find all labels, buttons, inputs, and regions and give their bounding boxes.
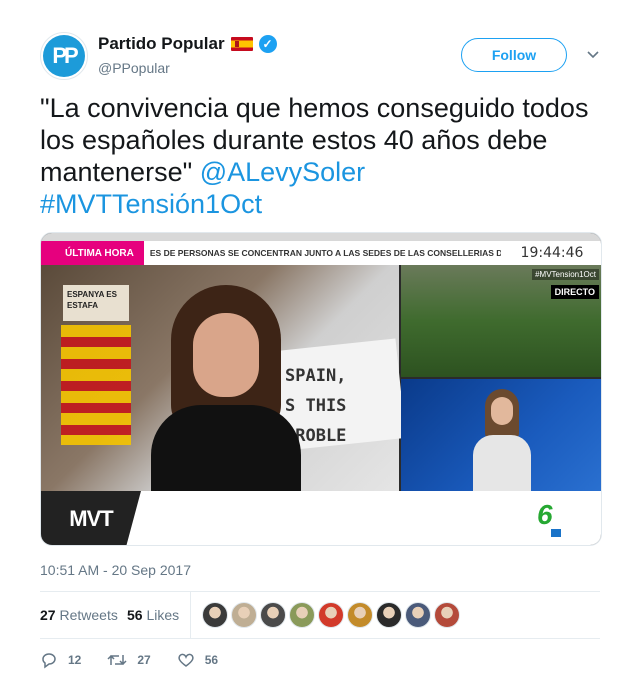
divider (40, 638, 600, 639)
ticker-label: ÚLTIMA HORA (41, 241, 144, 265)
liker-avatar[interactable] (260, 602, 286, 628)
retweets-count: 27 (40, 607, 56, 623)
reply-icon (40, 651, 58, 669)
retweet-button[interactable]: 27 (107, 651, 151, 669)
avatar[interactable]: PP (40, 32, 88, 80)
tweet-timestamp[interactable]: 10:51 AM - 20 Sep 2017 (40, 562, 191, 578)
retweets-label: Retweets (59, 607, 118, 623)
likes-label: Likes (146, 607, 180, 623)
likes-count: 56 (127, 607, 143, 623)
channel-logo: 6 (537, 499, 553, 530)
retweets-stat[interactable]: 27 Retweets (40, 607, 118, 623)
protest-sign: ESPANYA ES ESTAFA (63, 285, 129, 321)
tweet-media-image[interactable]: ÚLTIMA HORA ES DE PERSONAS SE CONCENTRAN… (40, 232, 602, 546)
avatar-logo: PP (43, 35, 85, 77)
liker-avatar[interactable] (289, 602, 315, 628)
reporter-body (473, 435, 531, 491)
catalan-flag (61, 325, 131, 445)
reply-button[interactable]: 12 (40, 651, 81, 669)
follow-button[interactable]: Follow (461, 38, 567, 72)
heart-icon (177, 651, 195, 669)
chevron-down-icon[interactable] (585, 46, 601, 62)
retweet-icon (107, 651, 127, 669)
side-hashtag: #MVTension1Oct (532, 269, 599, 280)
tweet-stats: 27 Retweets 56 Likes (40, 592, 600, 638)
liker-avatar[interactable] (347, 602, 373, 628)
stats-divider (190, 592, 191, 638)
presenter-figure (151, 285, 301, 495)
spain-flag-icon (230, 37, 253, 51)
crowd-video-panel: #MVTension1Oct DIRECTO (401, 265, 601, 377)
mention-link[interactable]: @ALevySoler (200, 157, 365, 187)
liker-avatar[interactable] (318, 602, 344, 628)
liker-avatar[interactable] (231, 602, 257, 628)
presenter-face (193, 313, 259, 397)
user-handle[interactable]: @PPopular (98, 60, 170, 76)
display-name[interactable]: Partido Popular (98, 34, 225, 54)
reporter-face (491, 397, 513, 425)
broadcast-lower-bar: MVT 6 (41, 491, 601, 545)
tweet-text: "La convivencia que hemos conseguido tod… (40, 92, 610, 220)
hashtag-link[interactable]: #MVTTensión1Oct (40, 189, 262, 219)
retweet-count: 27 (137, 653, 151, 667)
tweet-header: PP Partido Popular ✓ @PPopular Follow (40, 30, 605, 80)
tweet-actions: 12 27 56 (40, 648, 244, 672)
verified-badge-icon: ✓ (258, 35, 277, 53)
liker-avatar[interactable] (405, 602, 431, 628)
presenter-body (151, 405, 301, 495)
show-logo: MVT (41, 491, 141, 545)
news-ticker: ÚLTIMA HORA ES DE PERSONAS SE CONCENTRAN… (41, 241, 521, 265)
liker-avatar[interactable] (202, 602, 228, 628)
media-top-strip (41, 233, 601, 241)
reporter-figure (471, 389, 531, 491)
broadcast-clock: 19:44:46 (501, 241, 601, 265)
reporter-video-panel (401, 379, 601, 491)
main-video-panel: ESPANYA ES ESTAFA SPAIN, S THIS PROBLE (41, 265, 406, 495)
name-row: Partido Popular ✓ (98, 34, 277, 54)
likes-stat[interactable]: 56 Likes (127, 607, 179, 623)
channel-logo-mark (551, 529, 561, 537)
like-count: 56 (204, 653, 219, 667)
liker-avatar[interactable] (434, 602, 460, 628)
like-button[interactable]: 56 (177, 651, 218, 669)
reply-count: 12 (68, 653, 82, 667)
liker-avatar[interactable] (376, 602, 402, 628)
ticker-text: ES DE PERSONAS SE CONCENTRAN JUNTO A LAS… (149, 248, 503, 258)
live-badge: DIRECTO (550, 285, 599, 299)
liker-avatars (202, 602, 460, 628)
